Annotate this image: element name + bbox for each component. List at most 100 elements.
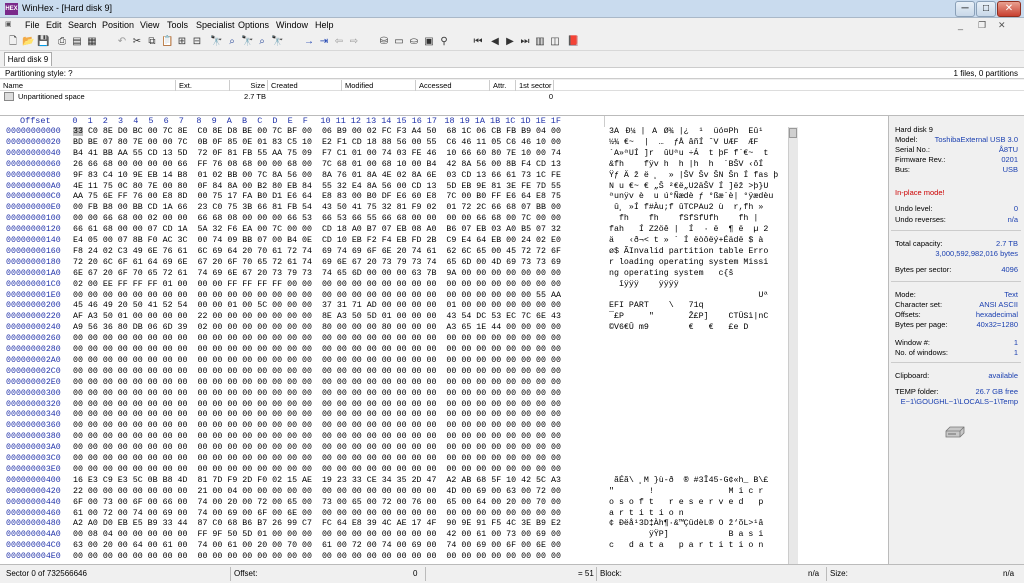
hex-row-ascii[interactable]: EFI PART \ 71q­: [609, 301, 704, 312]
hex-row[interactable]: 00000000000 33 C0 8E D0 BC 00 7C 8E C0 8E…: [0, 127, 888, 138]
hex-row-ascii[interactable]: a r t i t i o n: [609, 509, 684, 520]
hex-row-bytes[interactable]: 61 00 72 00 74 00 69 00 74 00 69 00 6F 0…: [73, 509, 561, 520]
hex-row-bytes[interactable]: 72 20 6C 6F 61 64 69 6E 67 20 6F 70 65 7…: [73, 258, 561, 269]
hex-row-bytes[interactable]: 00 00 00 00 00 00 00 00 00 00 00 00 00 0…: [73, 454, 561, 465]
find-hex-icon[interactable]: ⌕: [226, 36, 238, 48]
hex-row-bytes[interactable]: 6F 00 73 00 6F 00 66 00 74 00 20 00 72 0…: [73, 498, 561, 509]
settings-icon[interactable]: ▦: [86, 36, 98, 48]
scrollbar-thumb[interactable]: [789, 128, 797, 138]
hex-row[interactable]: 00000000260 00 00 00 00 00 00 00 00 00 00…: [0, 334, 888, 345]
paste-icon[interactable]: 📋: [161, 36, 173, 48]
hex-row-bytes[interactable]: 33 C0 8E D0 BC 00 7C 8E C0 8E D8 BE 00 7…: [73, 127, 561, 138]
col-size[interactable]: Size: [230, 80, 268, 91]
hex-row-ascii[interactable]: 3ÀÐ¼ |ÀØ¾ |¿ ¹ üó¤Ph Ëû¹: [609, 127, 763, 138]
menu-file[interactable]: File: [25, 20, 40, 30]
hex-row[interactable]: 00000000420 22 00 00 00 00 00 00 00 21 00…: [0, 487, 888, 498]
col-name[interactable]: Name: [0, 80, 176, 91]
hex-row-bytes[interactable]: 45 46 49 20 50 41 52 54 00 00 01 00 5C 0…: [73, 301, 561, 312]
hex-row-ascii[interactable]: ÿŸP] B a s i: [609, 530, 764, 541]
hex-row[interactable]: 00000000080 9F 83 C4 10 9E EB 14 B8 01 02…: [0, 171, 888, 182]
hex-row-bytes[interactable]: 6E 67 20 6F 70 65 72 61 74 69 6E 67 20 7…: [73, 269, 561, 280]
hex-row-bytes[interactable]: BD BE 07 80 7E 00 00 7C 0B 0F 85 0E 01 8…: [73, 138, 561, 149]
hex-row-bytes[interactable]: AA 75 6E FF 76 00 E8 8D 00 75 17 FA B0 D…: [73, 192, 561, 203]
hex-row[interactable]: 000000000C0 AA 75 6E FF 76 00 E8 8D 00 75…: [0, 192, 888, 203]
hex-row-ascii[interactable]: o s o f t r e s e r v e d p: [609, 498, 763, 509]
hex-row-ascii[interactable]: ¢ Ðëå¹3D‡Àh¶·&™ÇüdèL® O ž‘õL>¹â: [609, 519, 763, 530]
close-button[interactable]: ✕: [997, 1, 1021, 17]
hex-row-ascii[interactable]: ¯£P " Ž£P] CTÜSì|nC: [609, 312, 768, 323]
hex-row[interactable]: 00000000140 E4 05 00 07 8B F0 AC 3C 00 74…: [0, 236, 888, 247]
minimize-button[interactable]: ─: [955, 1, 975, 17]
hex-row-bytes[interactable]: 16 E3 C9 E3 5C 0B B8 4D 81 7D F9 2D F0 0…: [73, 476, 561, 487]
hex-row[interactable]: 000000001C0 02 00 EE FF FF FF 01 00 00 00…: [0, 280, 888, 291]
hex-row[interactable]: 00000000400 16 E3 C9 E3 5C 0B B8 4D 81 7D…: [0, 476, 888, 487]
menu-options[interactable]: Options: [238, 20, 269, 30]
print-icon[interactable]: ⎙: [56, 36, 68, 48]
hex-row-bytes[interactable]: 00 FB B8 00 BB CD 1A 66 23 C0 75 3B 66 8…: [73, 203, 561, 214]
copy-block-icon[interactable]: ⊞: [176, 36, 188, 48]
hex-row[interactable]: 00000000440 6F 00 73 00 6F 00 66 00 74 00…: [0, 498, 888, 509]
hex-row-bytes[interactable]: 00 00 00 00 00 00 00 00 00 00 00 00 00 0…: [73, 345, 561, 356]
hex-row[interactable]: 000000000A0 4E 11 75 0C 80 7E 00 80 0F 84…: [0, 182, 888, 193]
replace-text-icon[interactable]: 🔭: [241, 36, 253, 48]
menu-position[interactable]: Position: [102, 20, 134, 30]
hex-row[interactable]: 00000000360 00 00 00 00 00 00 00 00 00 00…: [0, 421, 888, 432]
disk-editor-icon[interactable]: ⛁: [378, 36, 390, 48]
hex-row-bytes[interactable]: 00 00 00 00 00 00 00 00 00 00 00 00 00 0…: [73, 334, 561, 345]
hex-row-bytes[interactable]: E4 05 00 07 8B F0 AC 3C 00 74 09 BB 07 0…: [73, 236, 561, 247]
hex-row-bytes[interactable]: 00 00 00 00 00 00 00 00 00 00 00 00 00 0…: [73, 400, 561, 411]
hex-row[interactable]: 00000000340 00 00 00 00 00 00 00 00 00 00…: [0, 410, 888, 421]
hex-row-bytes[interactable]: 22 00 00 00 00 00 00 00 21 00 04 00 00 0…: [73, 487, 561, 498]
hex-row-bytes[interactable]: 00 00 00 00 00 00 00 00 00 00 00 00 00 0…: [73, 378, 561, 389]
hex-row-bytes[interactable]: 00 00 00 00 00 00 00 00 00 00 00 00 00 0…: [73, 389, 561, 400]
hex-row[interactable]: 00000000040 B4 41 BB AA 55 CD 13 5D 72 0F…: [0, 149, 888, 160]
hex-row[interactable]: 00000000300 00 00 00 00 00 00 00 00 00 00…: [0, 389, 888, 400]
hex-row-ascii[interactable]: ø$ ÃInvalid partition table Erro: [609, 247, 768, 258]
hex-row[interactable]: 00000000180 72 20 6C 6F 61 64 69 6E 67 20…: [0, 258, 888, 269]
doc-close-button[interactable]: ✕: [998, 20, 1006, 31]
hex-row[interactable]: 000000002C0 00 00 00 00 00 00 00 00 00 00…: [0, 367, 888, 378]
last-icon[interactable]: ⏭: [519, 36, 531, 48]
menu-specialist[interactable]: Specialist: [196, 20, 235, 30]
hex-row-bytes[interactable]: 9F 83 C4 10 9E EB 14 B8 01 02 BB 00 7C 8…: [73, 171, 561, 182]
hex-row[interactable]: 00000000120 66 61 68 00 00 07 CD 1A 5A 32…: [0, 225, 888, 236]
menu-search[interactable]: Search: [68, 20, 97, 30]
new-icon[interactable]: 🗋: [7, 36, 19, 48]
save-icon[interactable]: 💾: [37, 36, 49, 48]
hex-row-bytes[interactable]: 00 00 00 00 00 00 00 00 00 00 00 00 00 0…: [73, 291, 561, 302]
list-item[interactable]: Unpartitioned space 2.7 TB 0: [0, 91, 1024, 102]
view-icon[interactable]: ▥: [534, 36, 546, 48]
first-icon[interactable]: ⏮: [472, 36, 484, 48]
hex-row-bytes[interactable]: 00 00 00 00 00 00 00 00 00 00 00 00 00 0…: [73, 356, 561, 367]
hex-row-ascii[interactable]: r loading operating system Missi: [609, 258, 768, 269]
hex-row[interactable]: 000000003E0 00 00 00 00 00 00 00 00 00 00…: [0, 465, 888, 476]
hex-row-bytes[interactable]: 00 00 00 00 00 00 00 00 00 00 00 00 00 0…: [73, 421, 561, 432]
hex-row[interactable]: 000000004E0 00 00 00 00 00 00 00 00 00 00…: [0, 552, 888, 563]
hex-row-bytes[interactable]: A9 56 36 80 DB 06 6D 39 02 00 00 00 00 0…: [73, 323, 561, 334]
hex-row-ascii[interactable]: ng operating system c{š: [609, 269, 733, 280]
split-icon[interactable]: ◫: [549, 36, 561, 48]
hex-row-ascii[interactable]: û¸ »Í f#Àu;f ûTCPAu2 ù r,fh »: [609, 203, 763, 214]
hex-row[interactable]: 00000000380 00 00 00 00 00 00 00 00 00 00…: [0, 432, 888, 443]
book-icon[interactable]: 📕: [567, 36, 579, 48]
replace-hex-icon[interactable]: ⌕: [256, 36, 268, 48]
hex-row-ascii[interactable]: ªunÿv è u ú°Ñædè ƒ °ßæ`è| °ÿædèu: [609, 192, 773, 203]
hex-row-ascii[interactable]: " ! M i c r: [609, 487, 763, 498]
maximize-button[interactable]: □: [976, 1, 996, 17]
hex-row[interactable]: 00000000320 00 00 00 00 00 00 00 00 00 00…: [0, 400, 888, 411]
col-accessed[interactable]: Accessed: [416, 80, 490, 91]
document-icon[interactable]: ▣: [5, 20, 12, 28]
hex-row[interactable]: 000000004A0 00 08 04 00 00 00 00 00 FF 9F…: [0, 530, 888, 541]
hex-row[interactable]: 00000000060 26 66 68 00 00 00 00 66 FF 76…: [0, 160, 888, 171]
doc-minimize-button[interactable]: _: [958, 20, 963, 30]
vertical-scrollbar[interactable]: [788, 127, 798, 564]
menu-view[interactable]: View: [140, 20, 159, 30]
search-icon[interactable]: ⚲: [438, 36, 450, 48]
hex-row-bytes[interactable]: 00 00 00 00 00 00 00 00 00 00 00 00 00 0…: [73, 432, 561, 443]
col-ext[interactable]: Ext.: [176, 80, 230, 91]
paste-block-icon[interactable]: ⊟: [191, 36, 203, 48]
hex-row[interactable]: 000000002E0 00 00 00 00 00 00 00 00 00 00…: [0, 378, 888, 389]
hex-row[interactable]: 00000000240 A9 56 36 80 DB 06 6D 39 02 00…: [0, 323, 888, 334]
hex-row-ascii[interactable]: ½¾ €~ | … ƒÅ âñÍ ˆV UÆF ÆF: [609, 138, 758, 149]
hex-row-bytes[interactable]: 63 00 20 00 64 00 61 00 74 00 61 00 20 0…: [73, 541, 561, 552]
